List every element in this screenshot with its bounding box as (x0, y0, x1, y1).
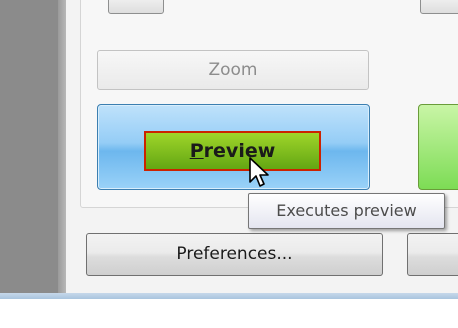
left-panel-edge (58, 0, 66, 293)
tooltip-text: Executes preview (276, 201, 417, 220)
screenshot-stage: Zoom Preview Preferences... Executes pre… (0, 0, 458, 328)
tooltip: Executes preview (248, 193, 445, 229)
preview-mnemonic-letter: P (189, 140, 204, 162)
preferences-button[interactable]: Preferences... (86, 233, 383, 276)
green-button-partial[interactable] (418, 104, 458, 190)
below-window-area (0, 299, 458, 328)
zoom-button[interactable]: Zoom (97, 50, 369, 90)
zoom-button-label: Zoom (208, 60, 258, 80)
preview-button-container[interactable]: Preview (97, 104, 370, 190)
preview-button[interactable]: Preview (144, 131, 321, 171)
arrow-cursor-icon (249, 157, 269, 187)
partial-top-button-left[interactable] (108, 0, 164, 14)
preferences-button-label: Preferences... (176, 244, 293, 264)
partial-bottom-right-button[interactable] (407, 233, 458, 276)
left-background-panel (0, 0, 66, 293)
partial-top-button-right[interactable] (420, 0, 458, 14)
